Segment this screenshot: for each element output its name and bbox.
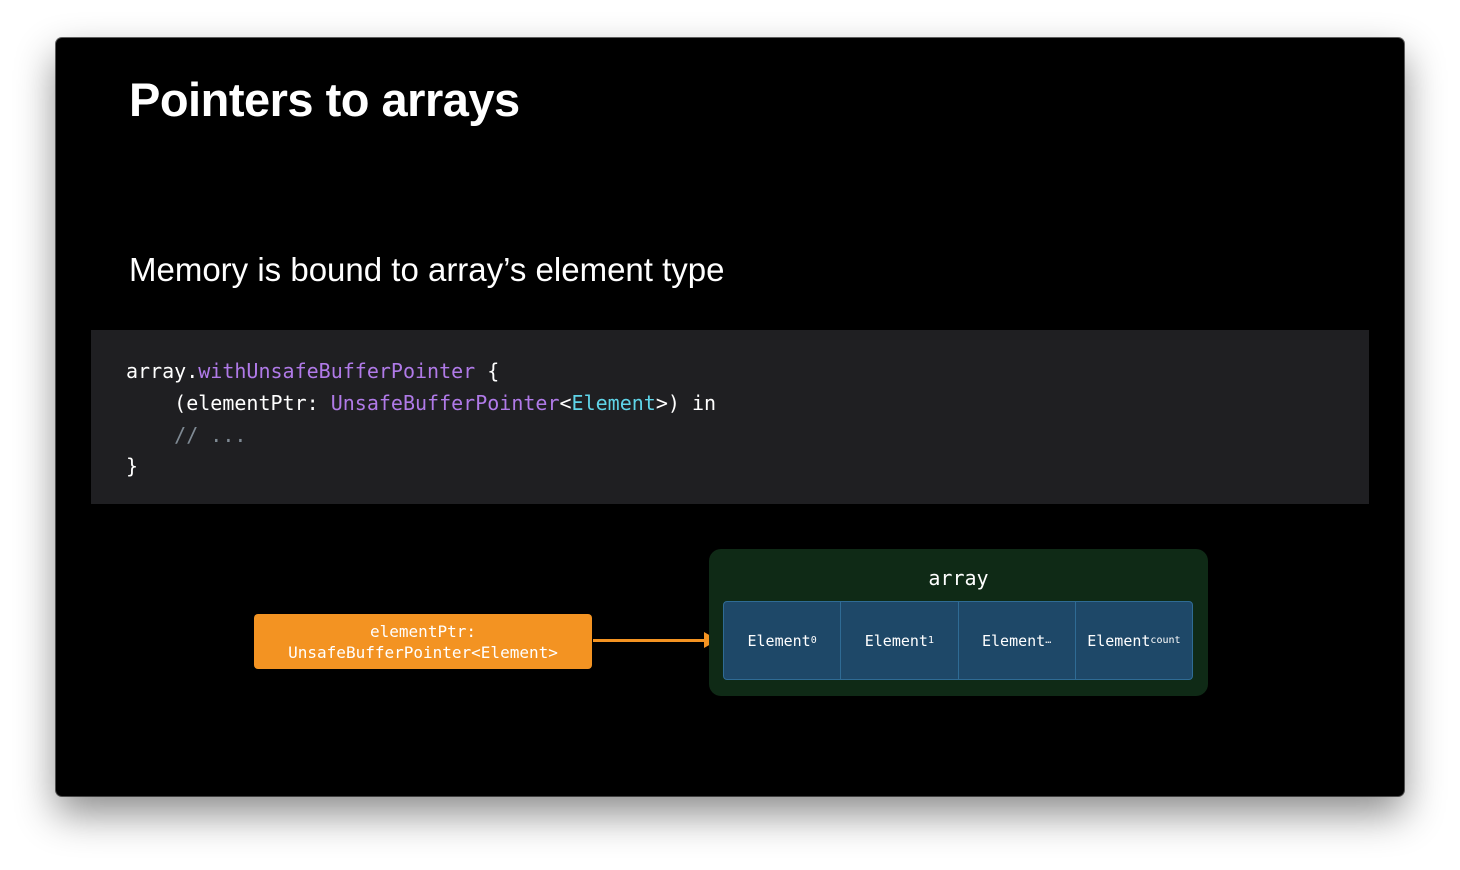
code-token: (elementPtr: (126, 391, 331, 415)
pointer-label-line1: elementPtr: (370, 621, 476, 641)
cell-name: Element (1087, 631, 1151, 650)
slide-window: Pointers to arrays Memory is bound to ar… (56, 38, 1404, 796)
code-token: array. (126, 359, 199, 383)
pointer-label-line2: UnsafeBufferPointer<Element> (288, 642, 558, 662)
code-line-1: array.withUnsafeBufferPointer { (126, 359, 499, 383)
arrow-line (593, 639, 705, 642)
code-line-2: (elementPtr: UnsafeBufferPointer<Element… (126, 391, 716, 415)
slide-subtitle: Memory is bound to array’s element type (129, 251, 725, 288)
array-cells: Element 0 Element 1 Element… Element count (723, 601, 1193, 680)
cell-subscript: 0 (810, 635, 817, 646)
element-pointer-box: elementPtr: UnsafeBufferPointer<Element> (254, 614, 592, 669)
code-line-3-comment: // ... (126, 423, 247, 447)
code-line-4: } (126, 454, 139, 478)
cell-name: Element (747, 631, 811, 650)
code-token-method: withUnsafeBufferPointer (198, 359, 476, 383)
array-cell-count: Element count (1076, 602, 1192, 679)
cell-subscript: … (1045, 635, 1052, 646)
cell-subscript: count (1150, 635, 1181, 646)
code-block: array.withUnsafeBufferPointer { (element… (91, 330, 1369, 504)
array-cell-1: Element 1 (841, 602, 959, 679)
code-token: < (559, 391, 572, 415)
slide-title: Pointers to arrays (129, 73, 520, 126)
array-container: array Element 0 Element 1 Element… Element… (709, 549, 1208, 696)
array-cell-0: Element 0 (724, 602, 842, 679)
cell-name: Element (982, 631, 1046, 650)
cell-name: Element (864, 631, 928, 650)
code-token: { (475, 359, 500, 383)
array-cell-ellipsis: Element… (959, 602, 1076, 679)
array-label: array (928, 566, 989, 590)
code-token: >) in (655, 391, 717, 415)
code-token-type: UnsafeBufferPointer (330, 391, 560, 415)
cell-subscript: 1 (927, 635, 934, 646)
code-token-generic: Element (571, 391, 656, 415)
